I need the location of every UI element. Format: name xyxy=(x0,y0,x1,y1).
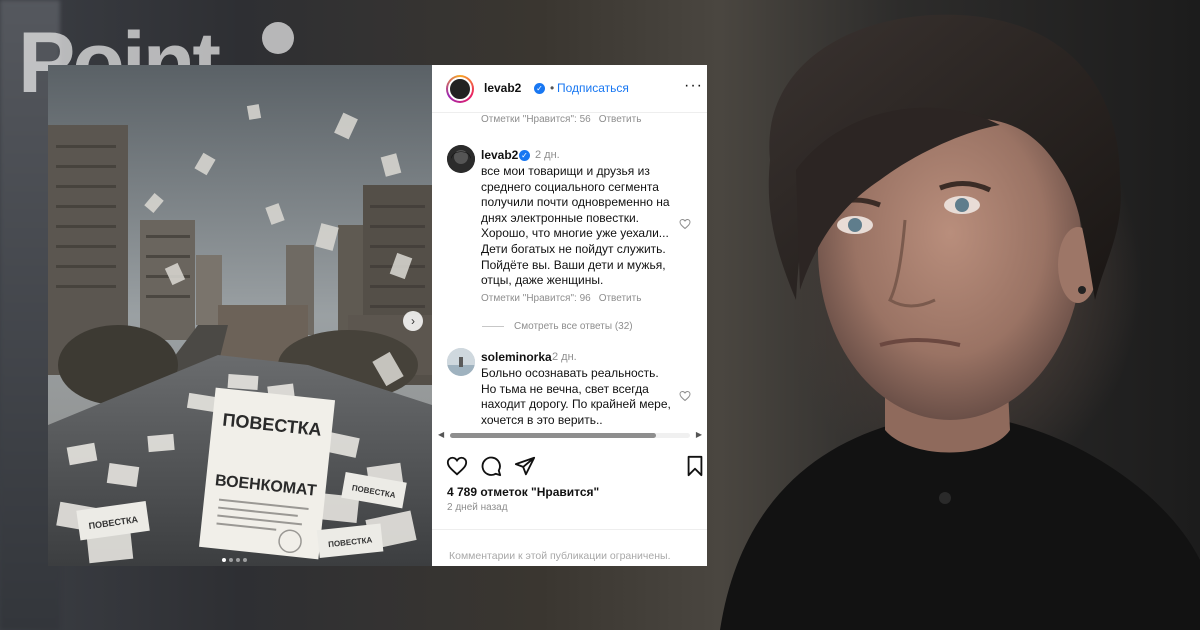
comment-bubble-icon[interactable] xyxy=(480,455,502,477)
comment-text: Больно осознавать реальность. Но тьма не… xyxy=(481,366,671,427)
comments-scrollbar[interactable]: ◀ ▶ xyxy=(438,430,702,440)
post-header: levab2 ✓ • Подписаться ··· xyxy=(432,65,707,113)
comment-likes[interactable]: Отметки "Нравится": 56 xyxy=(481,114,591,125)
follow-button[interactable]: Подписаться xyxy=(557,81,629,95)
carousel-next-button[interactable]: › xyxy=(403,311,423,331)
comment-username[interactable]: soleminorka xyxy=(481,350,552,364)
portrait-photo xyxy=(720,14,1200,630)
author-username[interactable]: levab2 xyxy=(484,81,521,95)
post-likes-count[interactable]: 4 789 отметок "Нравится" xyxy=(447,485,599,499)
scroll-right-icon[interactable]: ▶ xyxy=(696,430,702,439)
chevron-right-icon: › xyxy=(411,314,415,328)
reply-button[interactable]: Ответить xyxy=(599,114,642,125)
comment-text: все мои товарищи и друзья из среднего со… xyxy=(481,164,670,288)
like-comment-heart-icon[interactable] xyxy=(679,218,691,230)
comment-avatar[interactable] xyxy=(447,145,475,173)
verified-badge-icon: ✓ xyxy=(519,150,530,161)
comment-meta: Отметки "Нравится": 96 Ответить xyxy=(481,293,641,304)
carousel-dots xyxy=(222,558,247,562)
scrollbar-thumb[interactable] xyxy=(450,433,656,438)
post-image[interactable]: ПОВЕСТКА ВОЕНКОМАТ ПОВЕСТКА ПОВЕСТКА ПОВ… xyxy=(48,65,432,566)
comment-time: 2 дн. xyxy=(535,149,560,161)
post-actions xyxy=(432,455,707,479)
brand-logo-dot xyxy=(262,22,294,54)
post-timestamp[interactable]: 2 дней назад xyxy=(447,502,508,513)
header-separator: • xyxy=(550,81,555,95)
verified-badge-icon: ✓ xyxy=(534,83,545,94)
comment-username[interactable]: levab2 xyxy=(481,148,518,162)
more-options-icon[interactable]: ··· xyxy=(684,77,703,95)
view-all-replies-button[interactable]: Смотреть все ответы (32) xyxy=(509,321,633,332)
author-avatar[interactable] xyxy=(446,75,474,103)
comment-likes[interactable]: Отметки "Нравится": 96 xyxy=(481,293,591,304)
comments-limited-notice: Комментарии к этой публикации ограничены… xyxy=(449,550,671,562)
comment-time: 2 дн. xyxy=(552,351,577,363)
like-heart-icon[interactable] xyxy=(446,455,468,477)
share-paper-plane-icon[interactable] xyxy=(514,455,536,477)
reply-button[interactable]: Ответить xyxy=(599,293,642,304)
scroll-left-icon[interactable]: ◀ xyxy=(438,430,444,439)
comment-meta: Отметки "Нравится": 56 Ответить xyxy=(481,114,641,125)
comment-avatar[interactable] xyxy=(447,348,475,376)
post-panel: levab2 ✓ • Подписаться ··· Отметки "Нрав… xyxy=(432,65,707,566)
divider xyxy=(432,529,707,530)
like-comment-heart-icon[interactable] xyxy=(679,390,691,402)
save-bookmark-icon[interactable] xyxy=(685,455,705,477)
